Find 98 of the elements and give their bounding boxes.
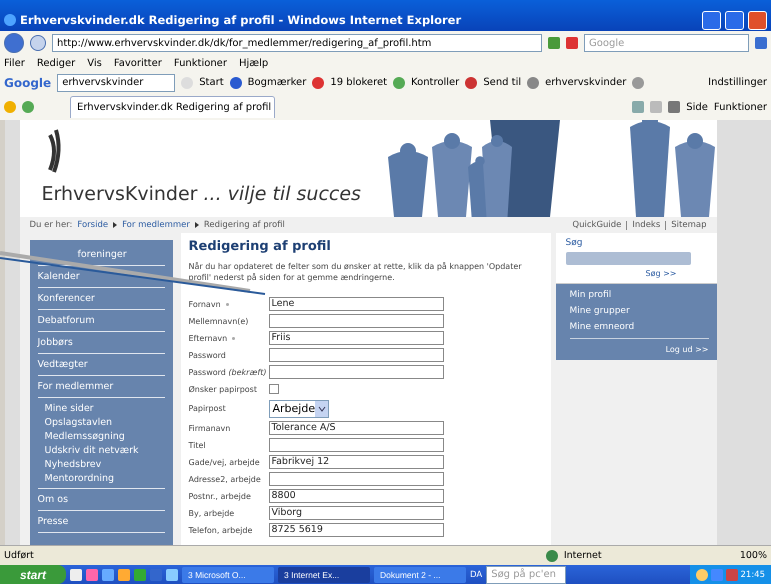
nav-item[interactable]: Debatforum bbox=[38, 310, 164, 332]
tagline: ... vilje til succes bbox=[204, 183, 361, 205]
browser-tab[interactable]: Erhvervskvinder.dk Redigering af profil bbox=[70, 96, 275, 118]
nav-subitem[interactable]: Mine sider bbox=[44, 401, 164, 415]
site-logo: ErhvervsKvinder bbox=[42, 183, 198, 205]
command-button[interactable]: Side bbox=[686, 102, 708, 112]
field-label: Gade/vej, arbejde bbox=[188, 458, 260, 467]
text-field[interactable]: 8725 5619 bbox=[268, 523, 444, 538]
maximize-button[interactable] bbox=[725, 10, 744, 30]
dropdown[interactable]: Arbejde bbox=[268, 400, 328, 418]
top-link[interactable]: Indeks bbox=[632, 220, 660, 230]
text-field[interactable]: Tolerance A/S bbox=[268, 421, 444, 436]
search-title: Søg bbox=[566, 238, 584, 248]
zone-text: Internet bbox=[564, 550, 603, 561]
field-label: By, arbejde bbox=[188, 508, 234, 518]
page-heading: Redigering af profil bbox=[188, 239, 332, 254]
google-search-field[interactable]: erhvervskvinder bbox=[57, 74, 176, 92]
minimize-button[interactable] bbox=[702, 10, 721, 30]
field-label: Password bbox=[188, 350, 226, 360]
text-field[interactable]: Viborg bbox=[268, 506, 444, 520]
nav-subitem[interactable]: Mentorordning bbox=[44, 471, 164, 485]
menu-item[interactable]: Favoritter bbox=[114, 58, 162, 68]
taskbar-button[interactable]: Dokument 2 - ... bbox=[374, 566, 466, 582]
logout-link[interactable]: Log ud >> bbox=[570, 338, 708, 354]
text-field[interactable]: Friis bbox=[268, 331, 444, 346]
menu-item[interactable]: Rediger bbox=[36, 58, 76, 68]
text-field[interactable]: 8800 bbox=[268, 489, 444, 504]
text-field[interactable]: Fabrikvej 12 bbox=[268, 455, 444, 470]
member-link[interactable]: Mine emneord bbox=[570, 322, 708, 332]
field-label: Mellemnavn(e) bbox=[188, 316, 248, 326]
toolbar-button[interactable]: erhvervskvinder bbox=[545, 77, 626, 88]
nav-item[interactable]: Vedtægter bbox=[38, 354, 164, 376]
breadcrumb-link[interactable]: Forside bbox=[77, 220, 108, 230]
menu-item[interactable]: Filer bbox=[4, 58, 25, 68]
toolbar-button[interactable]: Kontroller bbox=[411, 77, 460, 88]
nav-subitem[interactable]: Nyhedsbrev bbox=[44, 457, 164, 471]
taskbar-button[interactable]: 3 Microsoft O... bbox=[182, 566, 274, 582]
text-field[interactable]: Lene bbox=[268, 297, 444, 312]
toolbar-button[interactable]: Send til bbox=[483, 77, 522, 88]
text-field[interactable] bbox=[268, 365, 444, 380]
command-button[interactable]: Funktioner bbox=[714, 102, 767, 112]
top-link[interactable]: Sitemap bbox=[671, 220, 706, 230]
nav-item[interactable]: Presse bbox=[38, 511, 164, 533]
field-label: Postnr., arbejde bbox=[188, 492, 251, 501]
google-logo: Google bbox=[4, 76, 52, 90]
caret-icon bbox=[315, 400, 328, 417]
field-label: Adresse2, arbejde bbox=[188, 474, 261, 484]
field-label: Fornavn bbox=[188, 300, 221, 309]
field-label: Ønsker papirpost bbox=[188, 384, 257, 394]
text-field[interactable] bbox=[268, 438, 444, 452]
toolbar-button[interactable]: 19 blokeret bbox=[330, 77, 388, 88]
site-search-field[interactable] bbox=[566, 252, 690, 265]
text-field[interactable] bbox=[268, 314, 444, 328]
breadcrumb-current: Redigering af profil bbox=[204, 220, 285, 230]
taskbar-button[interactable]: 3 Internet Ex... bbox=[278, 566, 370, 582]
status-text: Udført bbox=[4, 550, 35, 561]
field-label: Titel bbox=[188, 440, 206, 450]
field-label: Papirpost bbox=[188, 404, 226, 414]
back-button[interactable] bbox=[4, 33, 24, 53]
nav-subitem[interactable]: Udskriv dit netværk bbox=[44, 443, 164, 457]
checkbox[interactable] bbox=[268, 384, 278, 394]
text-field[interactable] bbox=[268, 348, 444, 362]
close-button[interactable] bbox=[748, 10, 767, 30]
text-field[interactable] bbox=[268, 472, 444, 486]
nav-item[interactable]: Kalender bbox=[38, 266, 164, 288]
nav-subitem[interactable]: Opslagstavlen bbox=[44, 415, 164, 429]
member-link[interactable]: Mine grupper bbox=[570, 306, 708, 316]
arrow-icon bbox=[194, 222, 199, 228]
toolbar-button[interactable]: Bogmærker bbox=[248, 77, 306, 88]
intro-text: Når du har opdateret de felter som du ønsker at rette, klik da på knappen 'Opdater profil' nederst på siden for at gemme ændringerne. bbox=[188, 262, 523, 284]
search-link[interactable]: Søg >> bbox=[646, 269, 676, 278]
address-field[interactable]: http://www.erhvervskvinder.dk/dk/for_medlemmer/redigering_af_profil.htm bbox=[52, 34, 542, 52]
clock: 21:45 bbox=[740, 570, 765, 580]
nav-item[interactable]: Om os bbox=[38, 489, 164, 511]
nav-item[interactable]: Konferencer bbox=[38, 288, 164, 310]
menu-item[interactable]: Vis bbox=[87, 58, 102, 68]
field-label: Efternavn bbox=[188, 334, 228, 343]
nav-item[interactable]: Jobbørs bbox=[38, 332, 164, 354]
nav-subitem[interactable]: Medlemssøgning bbox=[44, 429, 164, 443]
arrow-icon bbox=[113, 222, 118, 228]
breadcrumb-link[interactable]: For medlemmer bbox=[122, 220, 190, 230]
field-label: Firmanavn bbox=[188, 424, 230, 433]
menu-item[interactable]: Funktioner bbox=[174, 58, 227, 68]
forward-button[interactable] bbox=[30, 35, 46, 51]
nav-item[interactable]: foreninger bbox=[38, 244, 164, 266]
nav-item[interactable]: For medlemmer bbox=[38, 376, 164, 398]
field-label: Telefon, arbejde bbox=[188, 526, 252, 535]
start-button[interactable]: start bbox=[0, 565, 66, 584]
toolbar-button[interactable]: Start bbox=[199, 77, 224, 88]
zoom-level[interactable]: 100% bbox=[740, 550, 767, 561]
field-label: Password (bekræft) bbox=[188, 368, 266, 377]
top-link[interactable]: QuickGuide bbox=[572, 220, 622, 230]
language-indicator: DA bbox=[470, 570, 482, 580]
menu-item[interactable]: Hjælp bbox=[238, 58, 268, 68]
toolbar-button[interactable]: Indstillinger bbox=[708, 77, 767, 88]
breadcrumb-label: Du er her: bbox=[30, 220, 72, 230]
window-title: Erhvervskvinder.dk Redigering af profil - Windows Internet Explorer bbox=[20, 13, 462, 27]
member-link[interactable]: Min profil bbox=[570, 290, 708, 300]
